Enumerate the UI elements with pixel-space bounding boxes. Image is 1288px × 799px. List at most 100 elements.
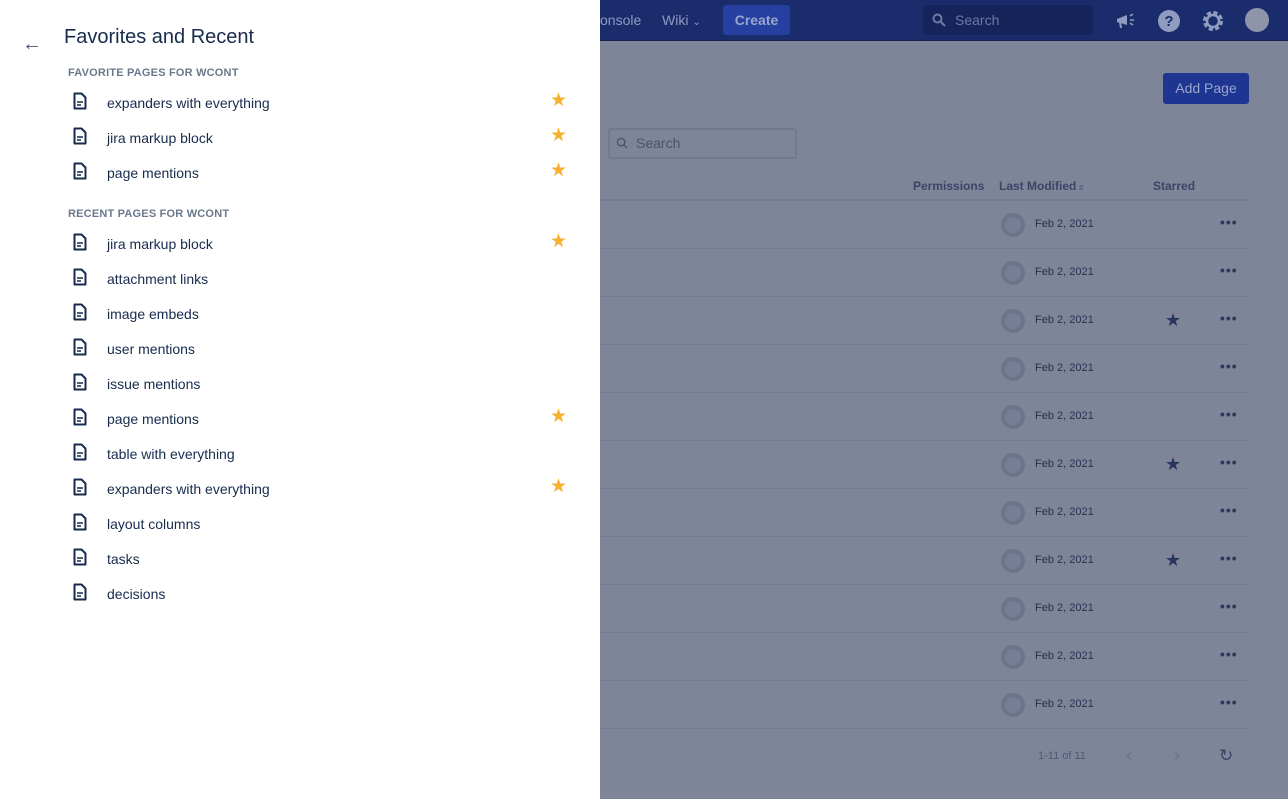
page-list-item[interactable]: image embeds [68, 302, 578, 337]
global-search-input[interactable]: Search [923, 5, 1093, 35]
page-list-item[interactable]: page mentions ★ [68, 407, 578, 442]
help-icon[interactable]: ? [1157, 9, 1181, 33]
page-list-item[interactable]: page mentions ★ [68, 161, 578, 196]
page-list-item[interactable]: layout columns [68, 512, 578, 547]
page-list-item[interactable]: user mentions [68, 337, 578, 372]
page-icon [73, 338, 87, 356]
table-row[interactable]: Feb 2, 2021 ★ ••• [600, 537, 1248, 585]
last-modified-date: Feb 2, 2021 [1035, 458, 1094, 470]
star-icon[interactable]: ★ [550, 232, 567, 252]
page-title: tasks [107, 551, 140, 567]
star-icon[interactable]: ★ [550, 477, 567, 497]
prev-page-button[interactable]: ‹ [1126, 745, 1132, 766]
page-list-item[interactable]: jira markup block ★ [68, 232, 578, 267]
create-button[interactable]: Create [723, 5, 790, 35]
add-page-button[interactable]: Add Page [1163, 73, 1249, 104]
more-actions-button[interactable]: ••• [1220, 550, 1238, 566]
panel-title: Favorites and Recent [64, 26, 255, 48]
page-title: expanders with everything [107, 95, 270, 111]
page-title: user mentions [107, 341, 195, 357]
star-icon[interactable]: ★ [550, 126, 567, 146]
page-icon [73, 127, 87, 145]
page-list-item[interactable]: table with everything [68, 442, 578, 477]
table-row[interactable]: Feb 2, 2021 ••• [600, 585, 1248, 633]
avatar [1001, 453, 1025, 477]
page-list-item[interactable]: tasks [68, 547, 578, 582]
table-row[interactable]: Feb 2, 2021 ••• [600, 489, 1248, 537]
page-icon [73, 268, 87, 286]
more-actions-button[interactable]: ••• [1220, 646, 1238, 662]
table-row[interactable]: Feb 2, 2021 ••• [600, 201, 1248, 249]
star-icon[interactable]: ★ [1165, 550, 1181, 571]
column-last-modified[interactable]: Last Modified ⇵ [999, 179, 1084, 193]
page-list-item[interactable]: attachment links [68, 267, 578, 302]
page-title: expanders with everything [107, 481, 270, 497]
avatar [1001, 549, 1025, 573]
avatar[interactable] [1245, 8, 1269, 32]
avatar [1001, 501, 1025, 525]
column-label: Last Modified [999, 179, 1077, 193]
more-actions-button[interactable]: ••• [1220, 454, 1238, 470]
more-actions-button[interactable]: ••• [1220, 358, 1238, 374]
page-list-item[interactable]: issue mentions [68, 372, 578, 407]
page-icon [73, 162, 87, 180]
column-permissions[interactable]: Permissions [913, 179, 984, 193]
nav-wiki[interactable]: Wiki ⌄ [662, 0, 701, 41]
table-row[interactable]: Feb 2, 2021 ★ ••• [600, 297, 1248, 345]
table-row[interactable]: Feb 2, 2021 ••• [600, 345, 1248, 393]
recent-heading: RECENT PAGES FOR WCONT [68, 208, 230, 220]
page-icon [73, 548, 87, 566]
favorites-heading: FAVORITE PAGES FOR WCONT [68, 67, 239, 79]
more-actions-button[interactable]: ••• [1220, 262, 1238, 278]
star-icon[interactable]: ★ [1165, 310, 1181, 331]
page-title: jira markup block [107, 236, 213, 252]
favorites-recent-panel: ← Favorites and Recent FAVORITE PAGES FO… [0, 0, 600, 799]
page-title: page mentions [107, 411, 199, 427]
next-page-button[interactable]: › [1174, 745, 1180, 766]
search-icon [932, 13, 946, 27]
table-row[interactable]: Feb 2, 2021 ★ ••• [600, 441, 1248, 489]
page-list-item[interactable]: jira markup block ★ [68, 126, 578, 161]
table-row[interactable]: Feb 2, 2021 ••• [600, 249, 1248, 297]
page-list-item[interactable]: expanders with everything ★ [68, 91, 578, 126]
last-modified-date: Feb 2, 2021 [1035, 362, 1094, 374]
avatar [1001, 405, 1025, 429]
page-list-item[interactable]: decisions [68, 582, 578, 617]
more-actions-button[interactable]: ••• [1220, 406, 1238, 422]
nav-console[interactable]: onsole [600, 0, 641, 41]
page-icon [73, 408, 87, 426]
page-list-item[interactable]: expanders with everything ★ [68, 477, 578, 512]
table-row[interactable]: Feb 2, 2021 ••• [600, 393, 1248, 441]
table-row[interactable]: Feb 2, 2021 ••• [600, 681, 1248, 729]
page-icon [73, 478, 87, 496]
refresh-icon[interactable]: ↻ [1219, 746, 1233, 766]
star-icon[interactable]: ★ [550, 407, 567, 427]
avatar [1001, 309, 1025, 333]
page-title: decisions [107, 586, 166, 602]
page-title: layout columns [107, 516, 201, 532]
pages-search-input[interactable]: Search [608, 128, 797, 159]
last-modified-date: Feb 2, 2021 [1035, 554, 1094, 566]
star-icon[interactable]: ★ [550, 91, 567, 111]
avatar [1001, 357, 1025, 381]
page-icon [73, 92, 87, 110]
star-icon[interactable]: ★ [1165, 454, 1181, 475]
back-arrow-icon[interactable]: ← [22, 34, 42, 54]
more-actions-button[interactable]: ••• [1220, 694, 1238, 710]
last-modified-date: Feb 2, 2021 [1035, 218, 1094, 230]
page-icon [73, 513, 87, 531]
star-icon[interactable]: ★ [550, 161, 567, 181]
pagination-count: 1-11 of 11 [1038, 750, 1086, 762]
page-icon [73, 583, 87, 601]
more-actions-button[interactable]: ••• [1220, 214, 1238, 230]
more-actions-button[interactable]: ••• [1220, 598, 1238, 614]
gear-icon[interactable] [1201, 9, 1225, 33]
last-modified-date: Feb 2, 2021 [1035, 650, 1094, 662]
table-row[interactable]: Feb 2, 2021 ••• [600, 633, 1248, 681]
more-actions-button[interactable]: ••• [1220, 502, 1238, 518]
column-starred[interactable]: Starred [1153, 179, 1195, 193]
megaphone-icon[interactable] [1113, 9, 1137, 33]
more-actions-button[interactable]: ••• [1220, 310, 1238, 326]
avatar [1001, 261, 1025, 285]
last-modified-date: Feb 2, 2021 [1035, 314, 1094, 326]
